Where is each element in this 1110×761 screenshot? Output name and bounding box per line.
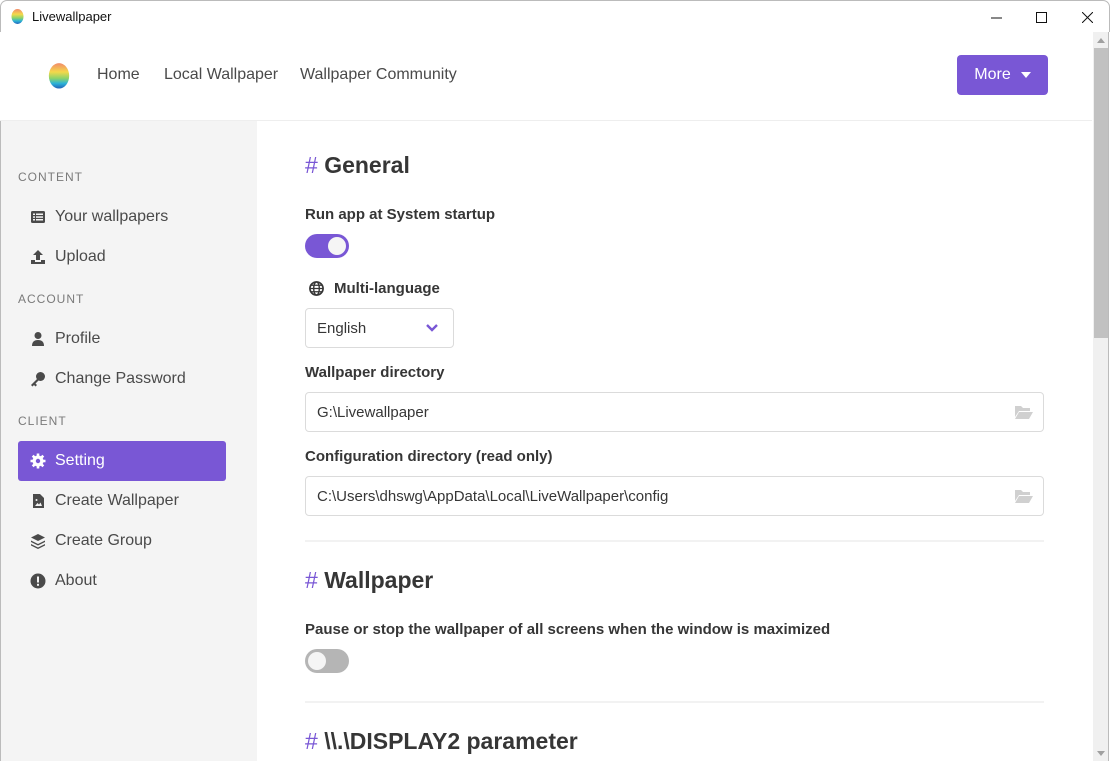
key-icon (31, 372, 45, 387)
more-dropdown-button[interactable]: More (957, 55, 1048, 95)
item-label: Create Wallpaper (55, 492, 179, 509)
vertical-scrollbar[interactable] (1093, 32, 1109, 761)
item-label: Create Group (55, 532, 152, 549)
divider (305, 701, 1044, 703)
section-title-wallpaper: # Wallpaper (305, 567, 434, 593)
section-title-display2: # \\.\DISPLAY2 parameter (305, 728, 578, 754)
layers-icon (31, 534, 45, 549)
nav-local-wallpaper[interactable]: Local Wallpaper (164, 66, 278, 84)
caret-down-icon (1020, 72, 1031, 78)
startup-label: Run app at System startup (305, 206, 496, 223)
close-icon (1081, 11, 1093, 23)
minimize-icon (990, 17, 1002, 18)
item-label: Upload (55, 248, 106, 265)
list-icon (31, 211, 45, 223)
maximize-icon (1035, 11, 1047, 23)
sidebar-item-create-group[interactable]: Create Group (18, 521, 226, 561)
sidebar: CONTENT Your wallpapers Upload ACCOUNT P… (0, 121, 257, 761)
item-label: Profile (55, 330, 101, 347)
folder-open-icon[interactable] (1015, 405, 1033, 419)
section-content: CONTENT (18, 170, 83, 184)
sidebar-item-upload[interactable]: Upload (18, 237, 226, 277)
nav-home[interactable]: Home (97, 66, 140, 84)
maximize-button[interactable] (1018, 1, 1064, 33)
config-directory-label: Configuration directory (read only) (305, 448, 553, 465)
wallpaper-directory-input[interactable]: G:\Livewallpaper (305, 392, 1044, 432)
config-directory-input[interactable]: C:\Users\dhswg\AppData\Local\LiveWallpap… (305, 476, 1044, 516)
upload-icon (31, 250, 45, 264)
sidebar-item-create-wallpaper[interactable]: Create Wallpaper (18, 481, 226, 521)
sidebar-item-your-wallpapers[interactable]: Your wallpapers (18, 197, 226, 237)
item-label: Your wallpapers (55, 208, 169, 225)
item-label: About (55, 572, 97, 589)
item-label: Setting (55, 452, 105, 469)
more-label: More (974, 66, 1011, 83)
language-select[interactable]: English (305, 308, 454, 348)
close-button[interactable] (1064, 1, 1110, 33)
wallpaper-directory-label: Wallpaper directory (305, 364, 445, 381)
scroll-up-arrow-icon[interactable] (1097, 38, 1105, 43)
exclamation-circle-icon (30, 573, 46, 589)
sidebar-item-change-password[interactable]: Change Password (18, 359, 226, 399)
globe-icon (309, 281, 324, 296)
item-label: Change Password (55, 370, 186, 387)
language-value: English (317, 320, 367, 337)
nav-wallpaper-community[interactable]: Wallpaper Community (300, 66, 457, 84)
divider (305, 540, 1044, 542)
brand-logo[interactable] (48, 60, 70, 90)
section-account: ACCOUNT (18, 292, 85, 306)
title-bar: Livewallpaper (0, 0, 1110, 32)
user-icon (32, 332, 44, 346)
pause-wallpaper-label: Pause or stop the wallpaper of all scree… (305, 621, 831, 638)
chevron-down-icon (426, 324, 438, 332)
gear-icon (30, 453, 46, 469)
folder-open-icon[interactable] (1015, 489, 1033, 503)
top-navbar: Home Local Wallpaper Wallpaper Community… (0, 32, 1092, 121)
sidebar-item-about[interactable]: About (18, 561, 226, 601)
minimize-button[interactable] (973, 1, 1019, 33)
sidebar-item-setting[interactable]: Setting (18, 441, 226, 481)
app-logo-icon (11, 9, 24, 24)
language-label: Multi-language (309, 280, 440, 297)
section-title-general: # General (305, 152, 410, 178)
window-title: Livewallpaper (32, 9, 112, 24)
sidebar-item-profile[interactable]: Profile (18, 319, 226, 359)
section-client: CLIENT (18, 414, 67, 428)
scrollbar-thumb[interactable] (1094, 48, 1108, 338)
file-image-icon (33, 494, 44, 508)
startup-toggle[interactable] (305, 234, 349, 258)
scroll-down-arrow-icon[interactable] (1097, 751, 1105, 756)
pause-wallpaper-toggle[interactable] (305, 649, 349, 673)
settings-content: # General Run app at System startup Mult… (257, 121, 1093, 761)
